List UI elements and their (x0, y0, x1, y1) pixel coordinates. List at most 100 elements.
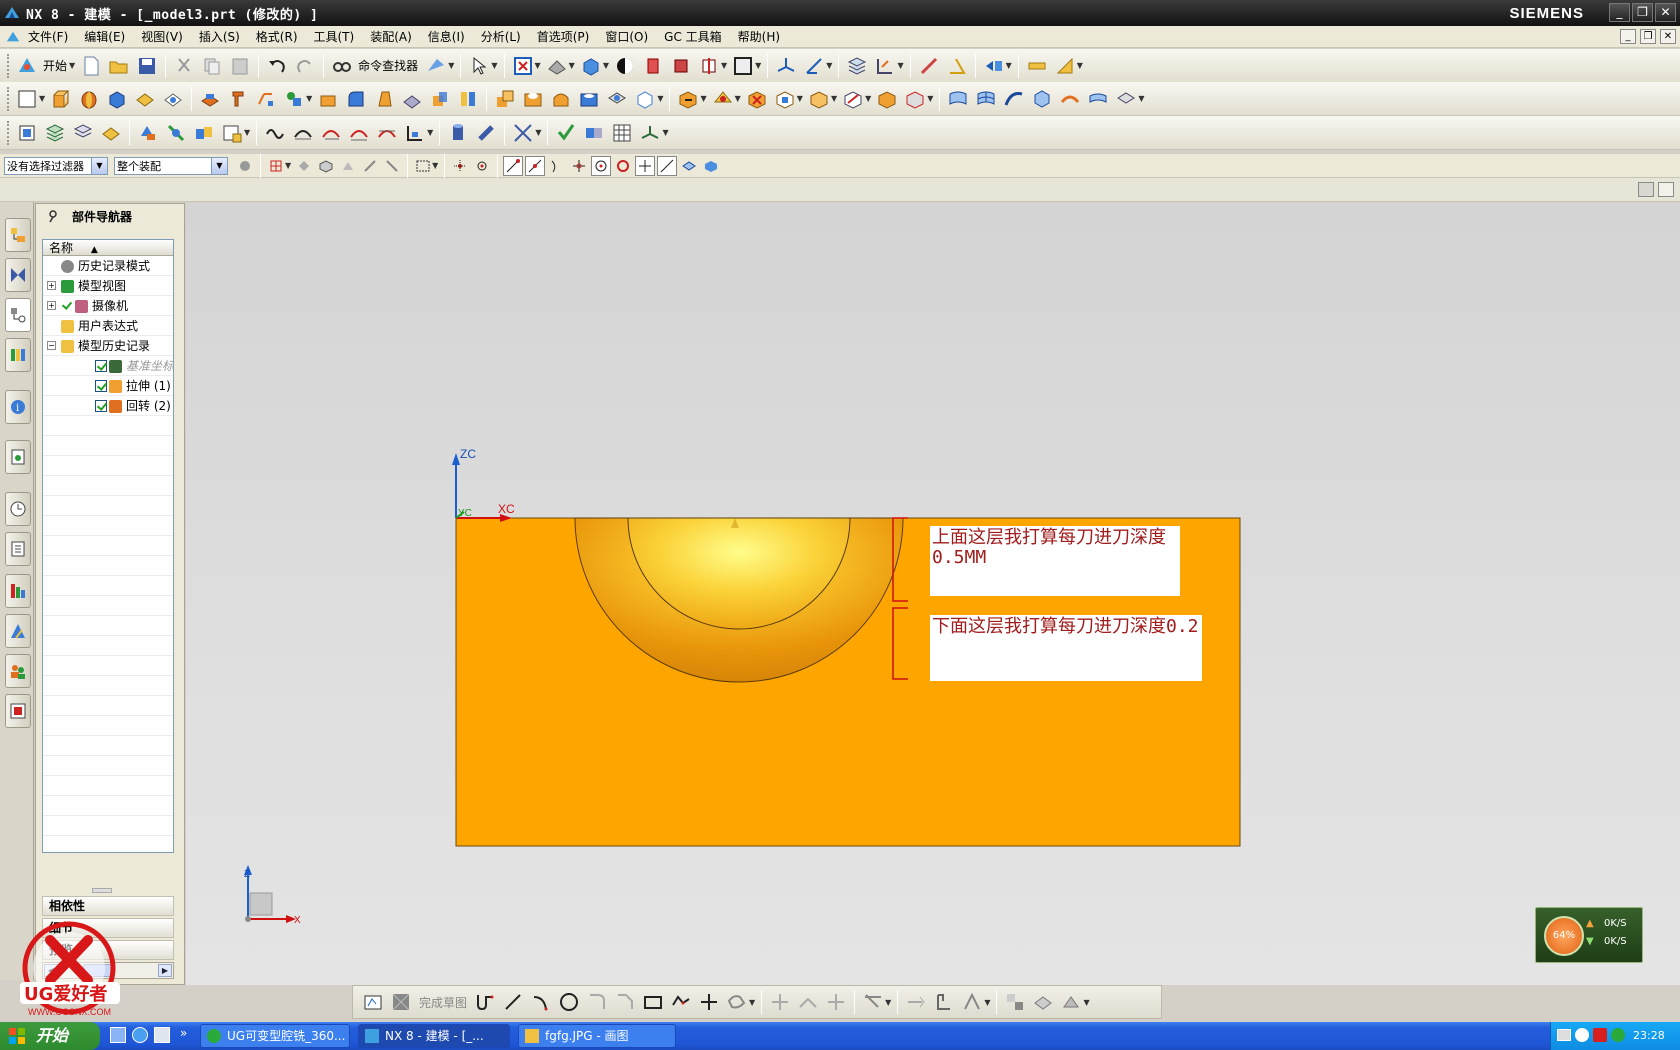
rectangle-select-icon[interactable] (413, 156, 433, 176)
intersect-icon[interactable] (548, 86, 574, 112)
taskbar-item-paint[interactable]: fgfg.JPG - 画图 (518, 1024, 676, 1048)
touch-mode-icon[interactable] (423, 53, 449, 79)
extrude-icon[interactable] (48, 86, 74, 112)
finish-sketch-button[interactable]: 完成草图 (419, 994, 467, 1011)
tree-row[interactable]: 基准坐标系 (43, 356, 173, 376)
menu-assemblies[interactable]: 装配(A) (362, 27, 420, 47)
control-point-icon[interactable] (547, 156, 567, 176)
menu-insert[interactable]: 插入(S) (191, 27, 248, 47)
toolbar-grip[interactable] (7, 53, 10, 78)
toolbar-grip[interactable] (7, 86, 10, 111)
network-tray-icon[interactable] (1575, 1028, 1589, 1042)
dimension-icon[interactable] (860, 989, 886, 1015)
hd3d-tools-tab[interactable]: i (5, 390, 31, 424)
copy-icon[interactable] (199, 53, 225, 79)
draft-icon[interactable] (371, 86, 397, 112)
component-selection-icon[interactable] (382, 156, 402, 176)
measure-distance-icon[interactable] (916, 53, 942, 79)
body-selection-icon[interactable] (316, 156, 336, 176)
cut-icon[interactable] (171, 53, 197, 79)
edge-selection-icon[interactable] (360, 156, 380, 176)
splitter-handle[interactable] (92, 888, 112, 893)
menu-tools[interactable]: 工具(T) (306, 27, 363, 47)
rendering-icon[interactable] (544, 53, 570, 79)
layer-settings-icon[interactable] (844, 53, 870, 79)
reattach-icon[interactable] (1030, 989, 1056, 1015)
assembly-navigator-tab[interactable] (5, 218, 31, 252)
curve-extract-icon[interactable] (290, 120, 316, 146)
name-column-header[interactable]: 名称 ▲ (43, 240, 173, 256)
manufacturing-wizards-tab[interactable] (5, 614, 31, 648)
background-icon[interactable] (730, 53, 756, 79)
delete-face-icon[interactable] (744, 86, 770, 112)
polygon-icon[interactable] (668, 989, 694, 1015)
mate-component-icon[interactable] (163, 120, 189, 146)
constraints-icon[interactable] (903, 989, 929, 1015)
open-file-icon[interactable] (106, 53, 132, 79)
constraint-navigator-tab[interactable] (5, 258, 31, 292)
chamfer-icon[interactable] (315, 86, 341, 112)
revolve-icon[interactable] (76, 86, 102, 112)
tree-row[interactable]: − 模型历史记录 (43, 336, 173, 356)
arc-icon[interactable] (528, 989, 554, 1015)
tree-row[interactable]: 回转 (2) (43, 396, 173, 416)
end-point-icon[interactable] (503, 155, 524, 176)
doc-minimize-button[interactable]: _ (1620, 29, 1636, 44)
fit-view-icon[interactable] (510, 53, 536, 79)
start-icon[interactable] (14, 53, 40, 79)
chamfer-sketch-icon[interactable] (612, 989, 638, 1015)
menu-preferences[interactable]: 首选项(P) (529, 27, 598, 47)
snap-view-icon[interactable] (981, 53, 1007, 79)
offset-region-icon[interactable] (806, 86, 832, 112)
selection-filter-dropdown[interactable]: 没有选择过滤器 ▼ (4, 156, 108, 175)
n-sided-surface-icon[interactable] (1029, 86, 1055, 112)
doc-restore-button[interactable]: ❐ (1640, 29, 1656, 44)
wave-link-icon[interactable] (262, 120, 288, 146)
system-materials-tab[interactable] (5, 532, 31, 566)
tree-row[interactable]: + 摄像机 (43, 296, 173, 316)
toolbar-grip[interactable] (7, 120, 10, 145)
fillet-icon[interactable] (584, 989, 610, 1015)
menu-information[interactable]: 信息(I) (420, 27, 473, 47)
snap-settings-icon[interactable] (472, 156, 492, 176)
pattern-feature-icon[interactable] (281, 86, 307, 112)
point-icon[interactable] (696, 989, 722, 1015)
tree-row[interactable]: 拉伸 (1) (43, 376, 173, 396)
update-model-icon[interactable] (1058, 989, 1084, 1015)
clock[interactable]: 23:28 (1633, 1029, 1665, 1042)
visibility-checkbox[interactable] (95, 380, 107, 392)
tree-row[interactable]: 用户表达式 (43, 316, 173, 336)
paste-icon[interactable] (227, 53, 253, 79)
quicklaunch-more-icon[interactable]: » (180, 1026, 187, 1040)
wave-geometry-linker-icon[interactable] (581, 120, 607, 146)
selection-icon[interactable] (466, 53, 492, 79)
offset-surface-icon[interactable] (1057, 86, 1083, 112)
mirror-face-icon[interactable] (902, 86, 928, 112)
expand-toggle-icon[interactable]: + (47, 301, 56, 310)
save-icon[interactable] (134, 53, 160, 79)
menu-file[interactable]: 文件(F) (20, 27, 76, 47)
quick-trim-icon[interactable] (767, 989, 793, 1015)
offset-face-icon[interactable] (253, 86, 279, 112)
panel-maximize-icon[interactable] (1658, 182, 1674, 197)
line-icon[interactable] (500, 989, 526, 1015)
rectangle-icon[interactable] (640, 989, 666, 1015)
menu-gc-toolkit[interactable]: GC 工具箱 (656, 27, 730, 47)
analysis-deviation-icon[interactable] (510, 120, 536, 146)
tube-icon[interactable] (473, 120, 499, 146)
move-face-icon[interactable] (675, 86, 701, 112)
start-button[interactable]: 开始 (43, 57, 67, 74)
command-finder-button[interactable]: 命令查找器 (358, 57, 418, 74)
cylinder-icon[interactable] (445, 120, 471, 146)
quicklaunch-ie-icon[interactable] (132, 1027, 148, 1043)
ruler-icon[interactable] (1024, 53, 1050, 79)
sew-icon[interactable] (1113, 86, 1139, 112)
make-corner-icon[interactable] (823, 989, 849, 1015)
edit-section-icon[interactable] (696, 53, 722, 79)
block-icon[interactable] (104, 86, 130, 112)
quicklaunch-desktop-icon[interactable] (110, 1027, 126, 1043)
pin-icon[interactable] (46, 209, 60, 223)
taskbar-item-nx[interactable]: NX 8 - 建模 - [_... (358, 1024, 510, 1048)
curve-mesh-icon[interactable] (973, 86, 999, 112)
network-speed-widget[interactable]: 64% ▲ ▼ 0K/S 0K/S (1535, 907, 1643, 963)
